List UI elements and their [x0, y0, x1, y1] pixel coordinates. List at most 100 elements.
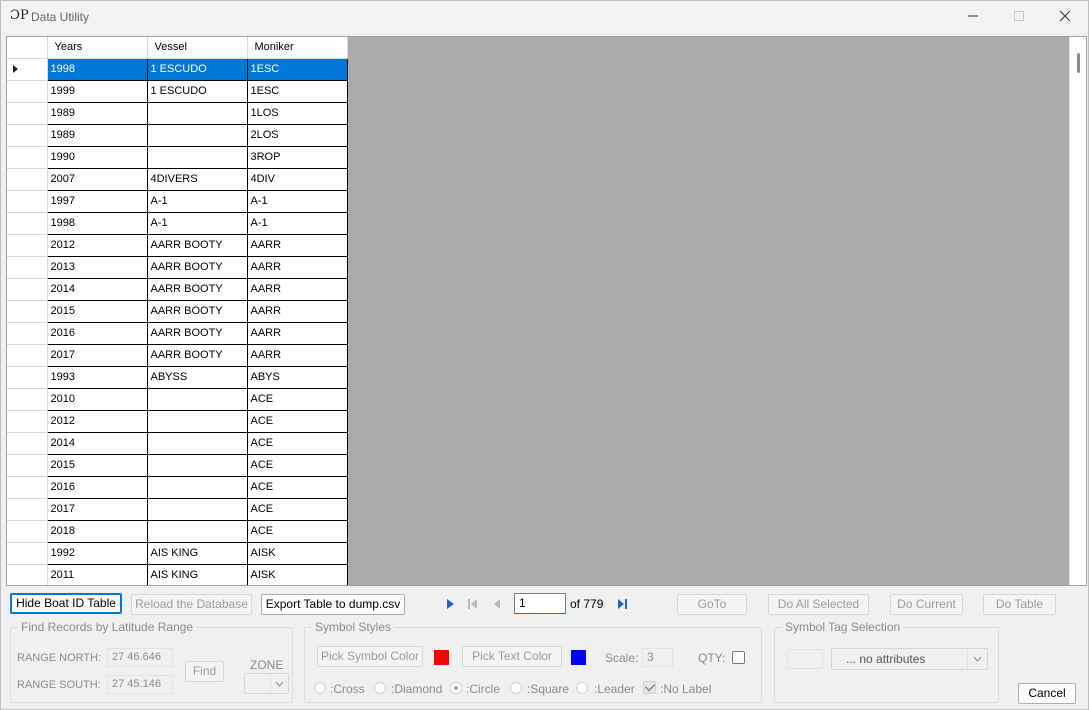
- table-row[interactable]: 1997 A-1 A-1: [7, 190, 348, 213]
- row-header[interactable]: [7, 410, 48, 433]
- cell-moniker[interactable]: ACE: [247, 454, 348, 477]
- table-row[interactable]: 2012 AARR BOOTY AARR: [7, 234, 348, 257]
- cell-vessel[interactable]: [147, 388, 248, 411]
- cell-vessel[interactable]: AARR BOOTY: [147, 234, 248, 257]
- cell-vessel[interactable]: AIS KING: [147, 542, 248, 565]
- range-south-field[interactable]: 27 45.146: [107, 675, 173, 694]
- shape-radio-diamond[interactable]: [374, 682, 386, 694]
- row-header[interactable]: [7, 168, 48, 191]
- page-number-input[interactable]: 1: [514, 593, 566, 614]
- row-header[interactable]: [7, 190, 48, 213]
- cell-vessel[interactable]: AARR BOOTY: [147, 344, 248, 367]
- cell-years[interactable]: 2007: [47, 168, 148, 191]
- table-row[interactable]: 2018 ACE: [7, 520, 348, 543]
- cell-years[interactable]: 2016: [47, 476, 148, 499]
- cell-years[interactable]: 2016: [47, 322, 148, 345]
- zone-dropdown[interactable]: [244, 673, 289, 694]
- table-row[interactable]: 2014 ACE: [7, 432, 348, 455]
- last-page-icon[interactable]: [615, 597, 629, 611]
- cell-vessel[interactable]: AARR BOOTY: [147, 322, 248, 345]
- cancel-button[interactable]: Cancel: [1018, 683, 1076, 704]
- pick-text-color-button[interactable]: Pick Text Color: [462, 646, 562, 667]
- cell-years[interactable]: 1998: [47, 212, 148, 235]
- row-header[interactable]: [7, 542, 48, 565]
- do-current-button[interactable]: Do Current: [890, 594, 963, 615]
- cell-moniker[interactable]: AISK: [247, 542, 348, 565]
- cell-vessel[interactable]: [147, 102, 248, 125]
- cell-moniker[interactable]: ACE: [247, 388, 348, 411]
- scrollbar-thumb[interactable]: [1077, 53, 1080, 73]
- cell-vessel[interactable]: [147, 146, 248, 169]
- boat-id-grid[interactable]: Years Vessel Moniker 1998 1 ESCUDO 1ESC 199…: [6, 36, 1087, 586]
- table-row[interactable]: 1989 2LOS: [7, 124, 348, 147]
- previous-page-icon[interactable]: [490, 597, 504, 611]
- row-header[interactable]: [7, 278, 48, 301]
- reload-database-button[interactable]: Reload the Database: [131, 594, 252, 615]
- do-table-button[interactable]: Do Table: [983, 594, 1056, 615]
- row-header[interactable]: [7, 212, 48, 235]
- row-header[interactable]: [7, 432, 48, 455]
- table-row[interactable]: 2007 4DIVERS 4DIV: [7, 168, 348, 191]
- cell-moniker[interactable]: 3ROP: [247, 146, 348, 169]
- cell-vessel[interactable]: [147, 124, 248, 147]
- cell-vessel[interactable]: [147, 454, 248, 477]
- range-north-field[interactable]: 27 46.646: [107, 648, 173, 667]
- table-row[interactable]: 2010 ACE: [7, 388, 348, 411]
- pick-symbol-color-button[interactable]: Pick Symbol Color: [317, 646, 423, 667]
- cell-moniker[interactable]: AARR: [247, 300, 348, 323]
- shape-radio-square[interactable]: [510, 682, 522, 694]
- shape-radio-leader[interactable]: [576, 682, 588, 694]
- cell-moniker[interactable]: ACE: [247, 476, 348, 499]
- row-header[interactable]: [7, 322, 48, 345]
- hide-boat-id-table-button[interactable]: Hide Boat ID Table: [10, 593, 122, 614]
- cell-years[interactable]: 2012: [47, 234, 148, 257]
- cell-years[interactable]: 1992: [47, 542, 148, 565]
- table-row[interactable]: 2016 ACE: [7, 476, 348, 499]
- row-header[interactable]: [7, 344, 48, 367]
- table-row[interactable]: 2014 AARR BOOTY AARR: [7, 278, 348, 301]
- no-label-checkbox[interactable]: [643, 681, 656, 694]
- column-header-years[interactable]: Years: [47, 37, 148, 59]
- cell-vessel[interactable]: A-1: [147, 190, 248, 213]
- table-row[interactable]: 2017 AARR BOOTY AARR: [7, 344, 348, 367]
- cell-vessel[interactable]: AIS KING: [147, 564, 248, 585]
- maximize-button[interactable]: [996, 1, 1042, 31]
- cell-years[interactable]: 2013: [47, 256, 148, 279]
- cell-moniker[interactable]: ACE: [247, 432, 348, 455]
- scale-field[interactable]: 3: [642, 648, 673, 667]
- cell-years[interactable]: 2010: [47, 388, 148, 411]
- cell-moniker[interactable]: 4DIV: [247, 168, 348, 191]
- table-row[interactable]: 1992 AIS KING AISK: [7, 542, 348, 565]
- row-header[interactable]: [7, 124, 48, 147]
- column-header-vessel[interactable]: Vessel: [147, 37, 248, 59]
- close-button[interactable]: [1042, 1, 1088, 31]
- cell-vessel[interactable]: 4DIVERS: [147, 168, 248, 191]
- cell-vessel[interactable]: 1 ESCUDO: [147, 80, 248, 103]
- cell-years[interactable]: 2017: [47, 498, 148, 521]
- cell-vessel[interactable]: AARR BOOTY: [147, 256, 248, 279]
- shape-radio-cross[interactable]: [314, 682, 326, 694]
- cell-vessel[interactable]: [147, 432, 248, 455]
- table-row[interactable]: 1990 3ROP: [7, 146, 348, 169]
- table-row[interactable]: 1999 1 ESCUDO 1ESC: [7, 80, 348, 103]
- cell-years[interactable]: 1998: [47, 58, 148, 81]
- cell-vessel[interactable]: [147, 410, 248, 433]
- row-header[interactable]: [7, 234, 48, 257]
- cell-years[interactable]: 2012: [47, 410, 148, 433]
- row-header[interactable]: [7, 520, 48, 543]
- first-page-icon[interactable]: [466, 597, 480, 611]
- cell-moniker[interactable]: AARR: [247, 256, 348, 279]
- table-row[interactable]: 1989 1LOS: [7, 102, 348, 125]
- row-header[interactable]: [7, 300, 48, 323]
- cell-moniker[interactable]: ABYS: [247, 366, 348, 389]
- table-row[interactable]: 1998 1 ESCUDO 1ESC: [7, 58, 348, 81]
- cell-vessel[interactable]: [147, 498, 248, 521]
- do-all-selected-button[interactable]: Do All Selected: [768, 594, 869, 615]
- cell-years[interactable]: 1990: [47, 146, 148, 169]
- cell-years[interactable]: 2015: [47, 300, 148, 323]
- table-row[interactable]: 2013 AARR BOOTY AARR: [7, 256, 348, 279]
- cell-years[interactable]: 2014: [47, 432, 148, 455]
- goto-button[interactable]: GoTo: [677, 594, 747, 615]
- row-header[interactable]: [7, 454, 48, 477]
- shape-radio-circle[interactable]: [450, 682, 462, 694]
